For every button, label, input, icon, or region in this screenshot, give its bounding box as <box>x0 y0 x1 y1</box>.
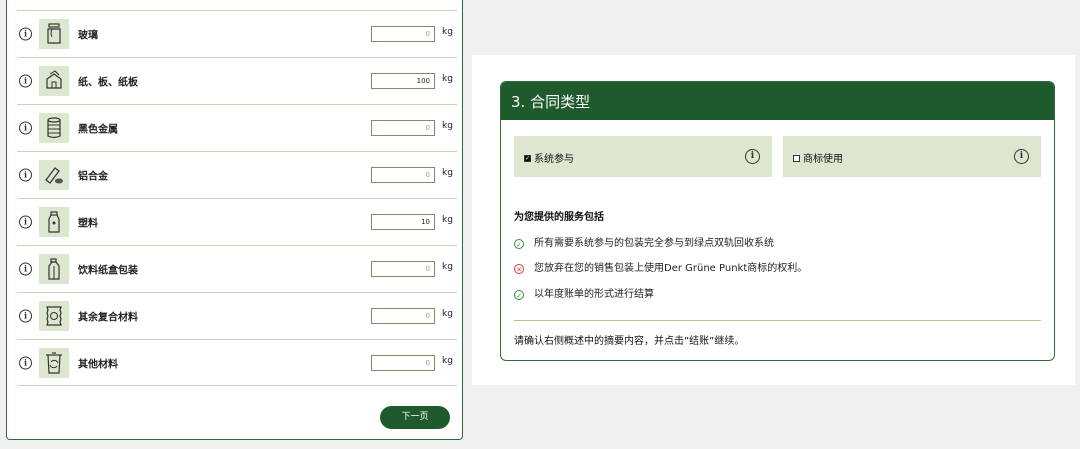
unit-label: kg <box>442 262 453 272</box>
paper-cardboard-icon <box>39 66 69 96</box>
aluminium-icon <box>39 160 69 190</box>
checkbox-unchecked-icon[interactable] <box>793 155 800 162</box>
quantity-input[interactable]: 0 <box>371 354 435 371</box>
option-label: 系统参与 <box>534 154 574 165</box>
option-label: 商标使用 <box>803 154 843 165</box>
materials-list: i 玻璃 0 kg i 纸、板、纸板 100 kg i 黑色金属 0 kg i … <box>17 10 457 386</box>
service-item: ✓ 以年度账单的形式进行结算 <box>514 285 654 300</box>
cross-circle-icon: ✕ <box>514 264 524 274</box>
option-system-participation[interactable]: ✓ 系统参与 i <box>514 136 772 177</box>
unit-label: kg <box>442 74 453 84</box>
material-label: 铝合金 <box>78 171 108 183</box>
card-title: 3. 合同类型 <box>501 82 1054 120</box>
material-label: 纸、板、纸板 <box>78 77 138 89</box>
quantity-input[interactable]: 0 <box>371 167 435 183</box>
plastic-bottle-icon <box>39 207 69 237</box>
info-icon[interactable]: i <box>19 356 32 369</box>
glass-jar-icon <box>39 19 69 49</box>
quantity-input[interactable]: 0 <box>371 308 435 324</box>
material-label: 黑色金属 <box>78 124 118 136</box>
info-icon[interactable]: i <box>19 262 32 276</box>
service-text: 以年度账单的形式进行结算 <box>534 289 654 300</box>
info-icon[interactable]: i <box>19 27 32 41</box>
quantity-input[interactable]: 0 <box>371 26 435 42</box>
material-row-beverage-carton: i 饮料纸盒包装 0 kg <box>17 245 457 292</box>
tin-can-icon <box>39 113 69 143</box>
materials-panel: i 玻璃 0 kg i 纸、板、纸板 100 kg i 黑色金属 0 kg i … <box>6 0 463 440</box>
quantity-input[interactable]: 0 <box>371 120 435 136</box>
confirmation-note: 请确认右侧概述中的摘要内容，并点击”结账”继续。 <box>514 336 745 347</box>
unit-label: kg <box>442 27 453 37</box>
material-row-glass: i 玻璃 0 kg <box>17 10 457 57</box>
unit-label: kg <box>442 355 453 366</box>
material-row-composite: i 其余复合材料 0 kg <box>17 292 457 339</box>
unit-label: kg <box>442 215 453 225</box>
service-text: 所有需要系统参与的包装完全参与到绿点双轨回收系统 <box>534 238 774 249</box>
info-icon[interactable]: i <box>19 309 32 323</box>
contract-panel: 3. 合同类型 ✓ 系统参与 i 商标使用 i 为您提供的服务包括 ✓ 所有需要系… <box>472 55 1075 385</box>
info-icon[interactable]: i <box>19 121 32 135</box>
material-label: 其他材料 <box>78 359 118 370</box>
material-label: 塑料 <box>78 218 98 230</box>
composite-pouch-icon <box>39 301 69 331</box>
material-label: 其余复合材料 <box>78 312 138 324</box>
recycle-bin-icon <box>39 347 69 378</box>
checkbox-checked-icon[interactable]: ✓ <box>524 155 531 162</box>
material-label: 饮料纸盒包装 <box>78 265 138 277</box>
info-icon[interactable]: i <box>19 168 32 182</box>
divider <box>514 320 1041 321</box>
quantity-input[interactable]: 10 <box>371 214 435 230</box>
material-row-paper: i 纸、板、纸板 100 kg <box>17 57 457 104</box>
quantity-input[interactable]: 0 <box>371 261 435 277</box>
next-page-button[interactable]: 下一页 <box>380 406 450 429</box>
beverage-carton-icon <box>39 254 69 284</box>
material-row-aluminium: i 铝合金 0 kg <box>17 151 457 198</box>
material-row-ferrous-metal: i 黑色金属 0 kg <box>17 104 457 151</box>
unit-label: kg <box>442 121 453 131</box>
service-item: ✓ 所有需要系统参与的包装完全参与到绿点双轨回收系统 <box>514 234 774 249</box>
quantity-input[interactable]: 100 <box>371 73 435 89</box>
info-icon[interactable]: i <box>19 74 32 88</box>
info-icon[interactable]: i <box>1014 149 1029 164</box>
services-title: 为您提供的服务包括 <box>514 212 604 223</box>
info-icon[interactable]: i <box>745 149 760 164</box>
unit-label: kg <box>442 168 453 178</box>
service-item: ✕ 您放弃在您的销售包装上使用Der Grüne Punkt商标的权利。 <box>514 259 807 274</box>
unit-label: kg <box>442 309 453 319</box>
service-text: 您放弃在您的销售包装上使用Der Grüne Punkt商标的权利。 <box>534 263 808 274</box>
info-icon[interactable]: i <box>19 215 32 229</box>
contract-type-card: 3. 合同类型 ✓ 系统参与 i 商标使用 i 为您提供的服务包括 ✓ 所有需要系… <box>500 81 1055 361</box>
material-row-other: i 其他材料 0 kg <box>17 339 457 386</box>
check-circle-icon: ✓ <box>514 290 524 300</box>
option-trademark-use[interactable]: 商标使用 i <box>783 136 1041 177</box>
material-label: 玻璃 <box>78 30 98 42</box>
material-row-plastic: i 塑料 10 kg <box>17 198 457 245</box>
check-circle-icon: ✓ <box>514 239 524 249</box>
